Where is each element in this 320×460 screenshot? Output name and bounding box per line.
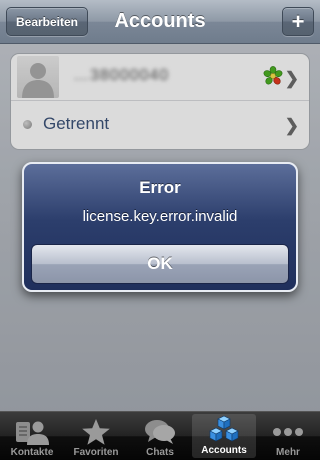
navigation-bar: Bearbeiten Accounts +: [0, 0, 320, 44]
tab-label: Accounts: [201, 445, 247, 456]
chat-bubble-icon: [145, 420, 175, 444]
tab-bar: Kontakte Favoriten Chats Accounts Mehr: [0, 411, 320, 460]
tab-label: Chats: [146, 447, 174, 458]
tab-label: Kontakte: [10, 447, 54, 458]
error-alert-dialog: Error license.key.error.invalid OK: [22, 162, 298, 292]
tab-favoriten[interactable]: Favoriten: [64, 412, 128, 460]
tab-mehr[interactable]: Mehr: [256, 412, 320, 460]
tab-kontakte[interactable]: Kontakte: [0, 412, 64, 460]
star-icon: [82, 419, 110, 445]
alert-message: license.key.error.invalid: [82, 208, 238, 225]
ok-button[interactable]: OK: [31, 244, 289, 284]
accounts-cubes-icon: [209, 415, 239, 442]
tab-label: Favoriten: [73, 447, 119, 458]
tab-label: Mehr: [276, 447, 300, 458]
add-account-button[interactable]: +: [282, 7, 314, 36]
contacts-icon: [16, 421, 49, 445]
tab-accounts[interactable]: Accounts: [192, 414, 256, 458]
page-title: Accounts: [114, 10, 206, 32]
tab-chats[interactable]: Chats: [128, 412, 192, 460]
more-dots-icon: [273, 428, 303, 436]
alert-title: Error: [139, 178, 181, 197]
